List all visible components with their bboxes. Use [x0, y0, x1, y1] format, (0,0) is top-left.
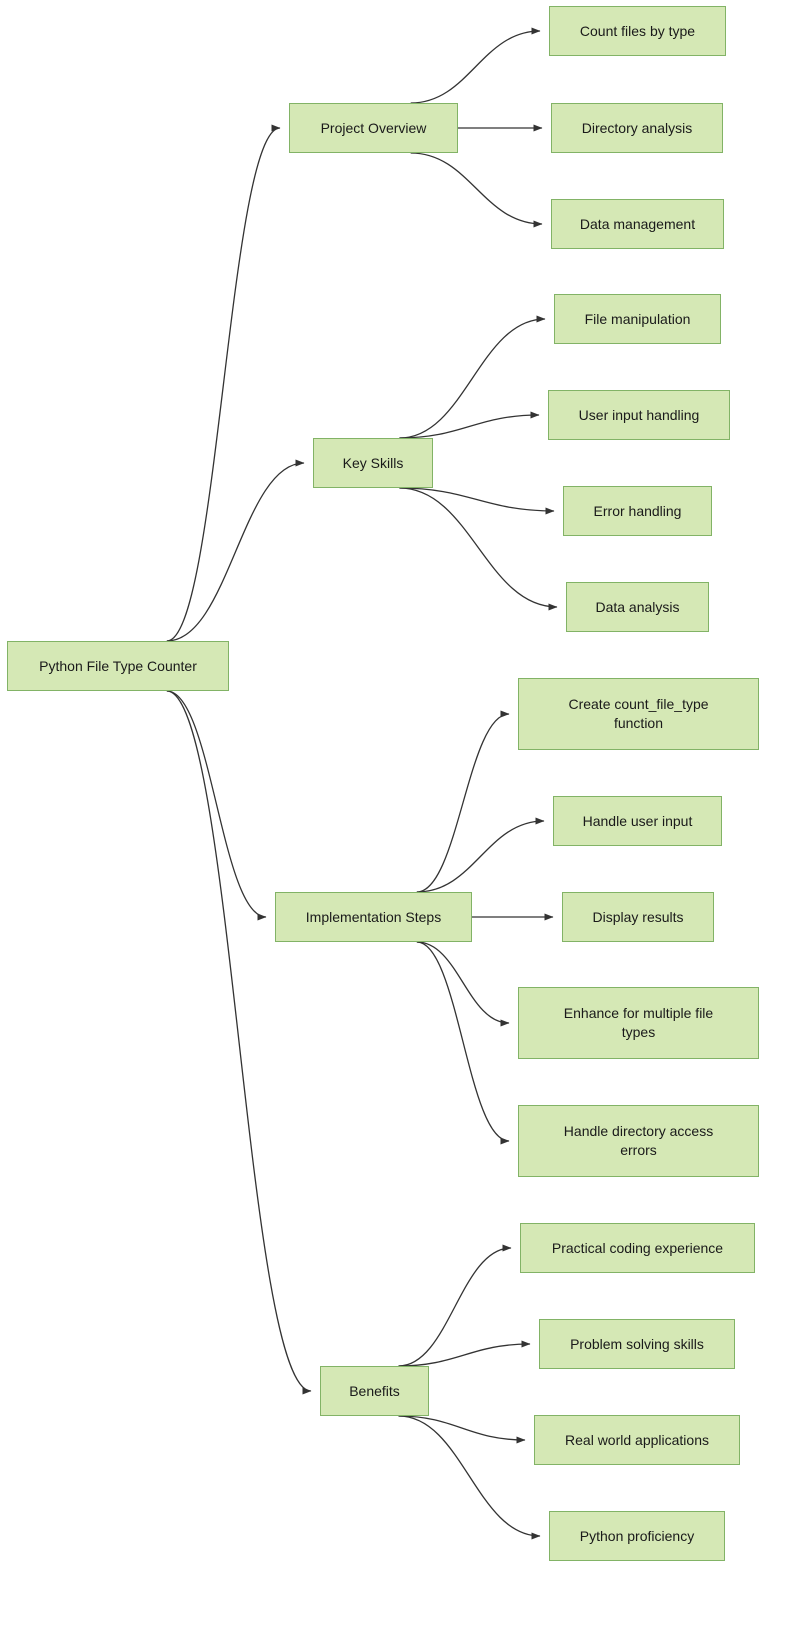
leaf-node[interactable]: Problem solving skills: [539, 1319, 735, 1369]
node-label: Enhance for multiple file types: [563, 1005, 714, 1040]
leaf-node[interactable]: Practical coding experience: [520, 1223, 755, 1273]
node-label: Practical coding experience: [551, 1239, 724, 1256]
leaf-node[interactable]: Create count_file_type function: [518, 678, 759, 750]
edge-b4-to-c16: [398, 1415, 541, 1540]
node-label: Display results: [592, 908, 684, 925]
node-label: Python proficiency: [579, 1527, 695, 1544]
node-label: File manipulation: [584, 310, 691, 327]
leaf-node[interactable]: Directory analysis: [551, 103, 723, 153]
node-label: Key Skills: [342, 454, 404, 471]
node-label: User input handling: [578, 406, 700, 423]
leaf-node[interactable]: Python proficiency: [549, 1511, 725, 1561]
node-label: Implementation Steps: [305, 908, 442, 925]
leaf-node[interactable]: Error handling: [563, 486, 712, 536]
mindmap-canvas: Python File Type Counter Project Overview…: [0, 0, 800, 1639]
edge-b4-to-c13: [398, 1244, 512, 1367]
leaf-node[interactable]: Handle directory access errors: [518, 1105, 759, 1177]
node-label: Data management: [579, 215, 696, 232]
branch-node[interactable]: Project Overview: [289, 103, 458, 153]
node-label: Real world applications: [565, 1431, 709, 1448]
node-label: Project Overview: [320, 119, 427, 136]
node-label: Directory analysis: [581, 119, 693, 136]
node-label: Data analysis: [595, 598, 680, 615]
edge-root-to-b1: [166, 124, 281, 642]
edge-root-to-b4: [166, 690, 312, 1395]
edge-b2-to-c5: [399, 411, 540, 439]
node-label: Error handling: [593, 502, 682, 519]
node-label: Python File Type Counter: [39, 657, 197, 674]
edge-b3-to-c11: [416, 941, 510, 1027]
leaf-node[interactable]: Handle user input: [553, 796, 722, 846]
branch-node[interactable]: Implementation Steps: [275, 892, 472, 942]
edges-group: [166, 27, 558, 1540]
edge-b3-to-c8: [416, 710, 510, 893]
edge-b2-to-c4: [399, 315, 546, 439]
edge-b1-to-c1: [410, 27, 541, 104]
edge-b2-to-c6: [399, 487, 555, 515]
edge-b3-to-c9: [416, 817, 545, 893]
edge-b3-to-c12: [416, 941, 510, 1145]
leaf-node[interactable]: File manipulation: [554, 294, 721, 344]
edge-b4-to-c15: [398, 1415, 526, 1444]
leaf-node[interactable]: Real world applications: [534, 1415, 740, 1465]
node-label: Handle user input: [582, 812, 693, 829]
edge-b4-to-c14: [398, 1340, 531, 1367]
leaf-node[interactable]: Display results: [562, 892, 714, 942]
edge-b1-to-c3: [410, 152, 543, 228]
edge-root-to-b2: [166, 459, 305, 642]
node-label: Problem solving skills: [570, 1335, 704, 1352]
leaf-node[interactable]: Enhance for multiple file types: [518, 987, 759, 1059]
node-label: Handle directory access errors: [563, 1123, 714, 1158]
node-label: Benefits: [349, 1382, 400, 1399]
edge-root-to-b3: [166, 690, 267, 921]
node-label: Create count_file_type function: [568, 696, 709, 731]
leaf-node[interactable]: Data management: [551, 199, 724, 249]
branch-node[interactable]: Benefits: [320, 1366, 429, 1416]
edge-b2-to-c7: [399, 487, 558, 611]
leaf-node[interactable]: Count files by type: [549, 6, 726, 56]
leaf-node[interactable]: Data analysis: [566, 582, 709, 632]
branch-node[interactable]: Key Skills: [313, 438, 433, 488]
root-node[interactable]: Python File Type Counter: [7, 641, 229, 691]
leaf-node[interactable]: User input handling: [548, 390, 730, 440]
node-label: Count files by type: [579, 22, 696, 39]
